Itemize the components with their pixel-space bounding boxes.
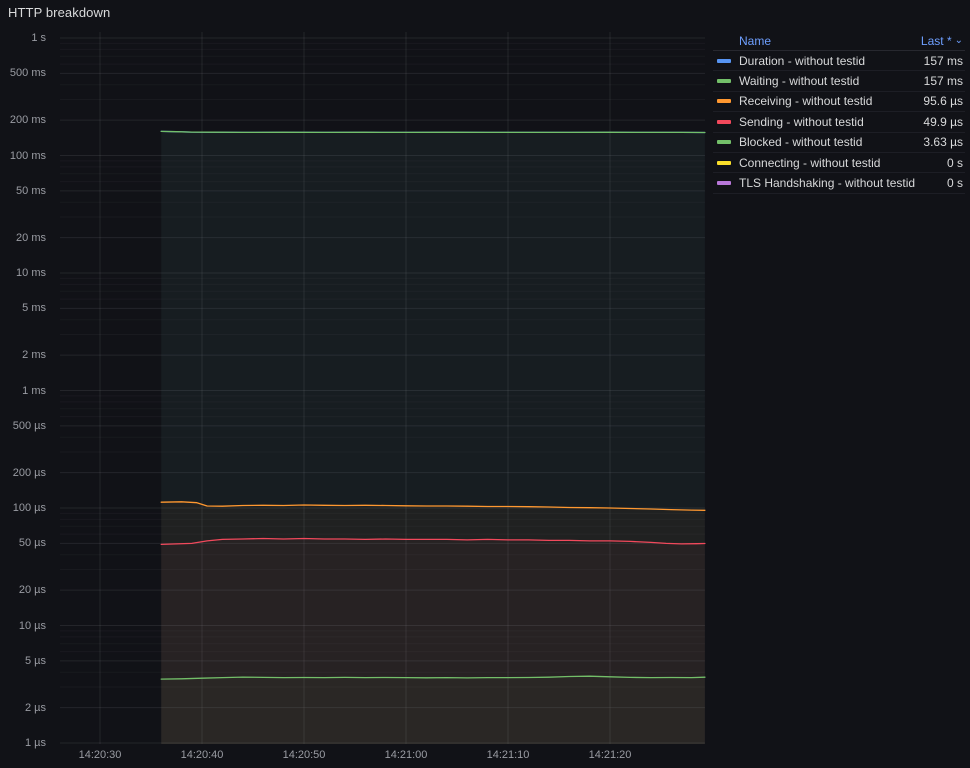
series-last-value: 157 ms <box>924 54 963 68</box>
sort-desc-icon: ⌄ <box>955 36 963 46</box>
y-axis-tick-label: 200 ms <box>0 113 46 127</box>
legend-row-tls-handshaking[interactable]: TLS Handshaking - without testid 0 s <box>713 173 965 193</box>
y-axis-tick-label: 10 ms <box>0 266 46 280</box>
series-last-value: 0 s <box>947 156 963 170</box>
series-label[interactable]: Connecting - without testid <box>739 156 939 170</box>
y-axis-tick-label: 1 ms <box>0 384 46 398</box>
http-breakdown-panel: HTTP breakdown 1 s500 ms200 ms100 ms50 m… <box>0 0 970 768</box>
legend-header: Name Last * ⌄ <box>713 31 965 51</box>
y-axis-tick-label: 20 ms <box>0 231 46 245</box>
series-fills <box>161 131 705 744</box>
y-axis-tick-label: 50 µs <box>0 536 46 550</box>
series-last-value: 0 s <box>947 176 963 190</box>
y-axis-tick-label: 500 µs <box>0 419 46 433</box>
series-color-swatch <box>717 140 731 144</box>
x-axis-tick-label: 14:20:30 <box>55 748 145 762</box>
series-label[interactable]: Waiting - without testid <box>739 74 916 88</box>
y-axis-tick-label: 1 s <box>0 31 46 45</box>
series-label[interactable]: TLS Handshaking - without testid <box>739 176 939 190</box>
series-label[interactable]: Duration - without testid <box>739 54 916 68</box>
legend-row-blocked[interactable]: Blocked - without testid 3.63 µs <box>713 133 965 153</box>
series-color-swatch <box>717 59 731 63</box>
series-label[interactable]: Receiving - without testid <box>739 94 915 108</box>
y-axis-tick-label: 5 µs <box>0 654 46 668</box>
legend-header-last[interactable]: Last * ⌄ <box>921 34 963 48</box>
series-last-value: 157 ms <box>924 74 963 88</box>
legend-row-receiving[interactable]: Receiving - without testid 95.6 µs <box>713 92 965 112</box>
y-axis-tick-label: 500 ms <box>0 66 46 80</box>
series-color-swatch <box>717 99 731 103</box>
x-axis-tick-label: 14:21:00 <box>361 748 451 762</box>
y-axis-tick-label: 200 µs <box>0 466 46 480</box>
series-last-value: 49.9 µs <box>923 115 963 129</box>
x-axis-tick-label: 14:21:20 <box>565 748 655 762</box>
legend-header-name[interactable]: Name <box>739 34 771 48</box>
y-axis-tick-label: 5 ms <box>0 301 46 315</box>
series-last-value: 95.6 µs <box>923 94 963 108</box>
y-axis-tick-label: 20 µs <box>0 583 46 597</box>
y-axis-tick-label: 1 µs <box>0 736 46 750</box>
y-axis-tick-label: 100 µs <box>0 501 46 515</box>
legend-row-duration[interactable]: Duration - without testid 157 ms <box>713 51 965 71</box>
series-label[interactable]: Blocked - without testid <box>739 135 915 149</box>
y-axis-tick-label: 2 ms <box>0 348 46 362</box>
series-last-value: 3.63 µs <box>923 135 963 149</box>
series-label[interactable]: Sending - without testid <box>739 115 915 129</box>
series-line <box>161 131 705 132</box>
y-axis-tick-label: 2 µs <box>0 701 46 715</box>
series-color-swatch <box>717 79 731 83</box>
legend-header-last-label: Last * <box>921 34 952 48</box>
y-axis-tick-label: 50 ms <box>0 184 46 198</box>
y-axis-tick-label: 10 µs <box>0 619 46 633</box>
legend-row-sending[interactable]: Sending - without testid 49.9 µs <box>713 112 965 132</box>
legend-table: Name Last * ⌄ Duration - without testid … <box>713 31 965 194</box>
series-color-swatch <box>717 120 731 124</box>
legend-row-connecting[interactable]: Connecting - without testid 0 s <box>713 153 965 173</box>
y-axis-tick-label: 100 ms <box>0 149 46 163</box>
series-color-swatch <box>717 181 731 185</box>
legend-row-waiting[interactable]: Waiting - without testid 157 ms <box>713 71 965 91</box>
x-axis-tick-label: 14:21:10 <box>463 748 553 762</box>
series-color-swatch <box>717 161 731 165</box>
series-fill <box>161 676 705 744</box>
x-axis-tick-label: 14:20:40 <box>157 748 247 762</box>
x-axis-tick-label: 14:20:50 <box>259 748 349 762</box>
